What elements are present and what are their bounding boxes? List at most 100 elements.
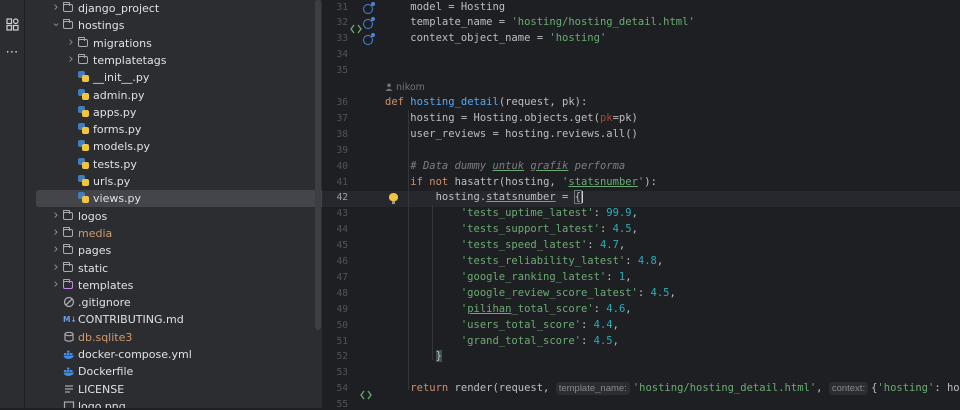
line-number: 51 xyxy=(336,335,348,347)
python-file-icon xyxy=(78,123,89,135)
tree-item-label: models.py xyxy=(93,140,150,154)
line-number: 47 xyxy=(336,271,348,283)
line-number: 53 xyxy=(336,367,348,379)
code-line[interactable]: 'tests_uptime_latest': 99.9, xyxy=(385,207,638,219)
code-line[interactable]: return render(request, template_name:'ho… xyxy=(385,382,960,396)
tree-item-label: forms.py xyxy=(93,123,142,137)
python-file-icon xyxy=(78,175,89,186)
folder-icon xyxy=(78,53,88,64)
code-editor[interactable]: nikom 31 model = Hosting 32 template_name… xyxy=(322,0,960,410)
tree-item-views-py[interactable]: views.py xyxy=(36,190,322,208)
folder-icon xyxy=(63,19,73,30)
tree-item-db-sqlite3[interactable]: db.sqlite3 xyxy=(25,329,315,346)
tree-item-label: pages xyxy=(78,244,112,258)
tree-item-gitignore[interactable]: .gitignore xyxy=(25,294,315,311)
code-line[interactable]: 'tests_speed_latest': 4.7, xyxy=(385,239,625,251)
code-line[interactable]: 'google_review_score_latest': 4.5, xyxy=(385,287,676,299)
chevron-right-icon[interactable]: › xyxy=(51,259,61,276)
tree-item-dockerfile[interactable]: Dockerfile xyxy=(25,363,315,380)
code-line[interactable]: 'grand_total_score': 4.5, xyxy=(385,335,619,347)
tree-item-init-py[interactable]: __init__.py xyxy=(25,69,315,86)
code-line[interactable]: model = Hosting xyxy=(385,1,505,13)
code-line[interactable]: 'tests_support_latest': 4.5, xyxy=(385,223,638,235)
tree-item-apps-py[interactable]: apps.py xyxy=(25,104,315,121)
tree-item-static[interactable]: › static xyxy=(25,260,315,277)
implements-icon[interactable] xyxy=(350,19,362,34)
tree-item-templatetags[interactable]: › templatetags xyxy=(25,52,315,69)
tree-item-label: .gitignore xyxy=(78,296,131,310)
line-number: 37 xyxy=(336,112,348,124)
tree-item-pages[interactable]: › pages xyxy=(25,242,315,259)
folder-icon xyxy=(63,244,73,255)
chevron-right-icon[interactable]: › xyxy=(51,224,61,241)
tree-item-license[interactable]: LICENSE xyxy=(25,381,315,398)
code-line[interactable]: 'users_total_score': 4.4, xyxy=(385,319,619,331)
override-icon[interactable] xyxy=(363,33,375,46)
tree-item-logo-png[interactable]: logo.png xyxy=(25,398,315,408)
code-line[interactable]: # Data dummy untuk grafik performa xyxy=(385,160,625,172)
folder-icon xyxy=(63,226,73,237)
line-number: 39 xyxy=(336,144,348,156)
code-line[interactable]: hosting.statsnumber = { xyxy=(385,190,583,205)
line-number: 54 xyxy=(336,383,348,395)
tree-item-label: apps.py xyxy=(93,105,137,119)
tree-item-tests-py[interactable]: tests.py xyxy=(25,156,315,173)
tree-item-docker-compose-yml[interactable]: docker-compose.yml xyxy=(25,346,315,363)
tree-item-urls-py[interactable]: urls.py xyxy=(25,173,315,190)
tree-item-media[interactable]: › media xyxy=(25,225,315,242)
override-icon[interactable] xyxy=(363,17,375,30)
structure-icon[interactable] xyxy=(4,16,20,32)
tree-item-label: CONTRIBUTING.md xyxy=(78,313,184,327)
line-number: 36 xyxy=(336,97,348,108)
tree-item-label: django_project xyxy=(78,2,160,15)
tree-item-label: templatetags xyxy=(93,53,167,67)
chevron-right-icon[interactable]: › xyxy=(51,276,61,293)
code-line[interactable]: hosting = Hosting.objects.get(pk=pk) xyxy=(385,112,638,124)
tree-item-label: docker-compose.yml xyxy=(78,348,192,361)
code-line[interactable]: 'tests_reliability_latest': 4.8, xyxy=(385,255,663,267)
code-line[interactable]: } xyxy=(385,350,442,363)
tree-item-contributing-md[interactable]: M↓ CONTRIBUTING.md xyxy=(25,311,315,328)
tree-item-templates[interactable]: › templates xyxy=(25,277,315,294)
tree-item-models-py[interactable]: models.py xyxy=(25,138,315,155)
code-line[interactable]: if not hasattr(hosting, 'statsnumber'): xyxy=(385,176,657,188)
database-icon xyxy=(63,331,75,343)
tree-item-label: templates xyxy=(78,278,134,292)
text-file-icon xyxy=(63,383,75,395)
tree-scrollbar[interactable] xyxy=(315,0,321,330)
code-line[interactable]: context_object_name = 'hosting' xyxy=(385,32,606,44)
code-line[interactable]: user_reviews = hosting.reviews.all() xyxy=(385,128,638,140)
line-number: 48 xyxy=(336,287,348,299)
implements-icon[interactable] xyxy=(360,385,372,400)
tree-item-label: hostings xyxy=(78,19,125,33)
tree-item-label: tests.py xyxy=(93,157,137,171)
line-number: 52 xyxy=(336,351,348,363)
tree-item-label: migrations xyxy=(93,36,152,50)
code-line[interactable]: template_name = 'hosting/hosting_detail.… xyxy=(385,16,694,28)
line-number: 49 xyxy=(336,303,348,315)
docker-icon xyxy=(63,365,75,377)
more-icon[interactable]: ⋯ xyxy=(4,44,20,60)
tree-item-hostings[interactable]: ⌄ hostings xyxy=(25,14,315,34)
tree-item-label: media xyxy=(78,226,113,240)
line-number: 43 xyxy=(336,208,348,220)
param-hint: template_name: xyxy=(555,382,630,396)
code-line[interactable]: 'pilihan_total_score': 4.6, xyxy=(385,303,632,315)
chevron-right-icon[interactable]: › xyxy=(66,51,76,68)
chevron-right-icon[interactable]: › xyxy=(66,34,76,51)
line-number: 31 xyxy=(336,1,348,13)
tree-item-forms-py[interactable]: forms.py xyxy=(25,121,315,138)
line-number: 55 xyxy=(336,399,348,410)
python-file-icon xyxy=(78,105,89,117)
tree-item-django-project[interactable]: › django_project xyxy=(25,0,315,17)
override-icon[interactable] xyxy=(363,1,375,14)
code-line[interactable]: def hosting_detail(request, pk): xyxy=(385,96,587,108)
tree-item-logos[interactable]: › logos xyxy=(25,208,315,225)
markdown-icon: M↓ xyxy=(63,315,77,325)
chevron-right-icon[interactable]: › xyxy=(51,207,61,224)
tree-item-admin-py[interactable]: admin.py xyxy=(25,87,315,104)
chevron-right-icon[interactable]: › xyxy=(51,241,61,258)
chevron-down-icon[interactable]: ⌄ xyxy=(51,14,61,31)
code-line[interactable]: 'google_ranking_latest': 1, xyxy=(385,271,632,283)
tree-item-migrations[interactable]: › migrations xyxy=(25,35,315,52)
